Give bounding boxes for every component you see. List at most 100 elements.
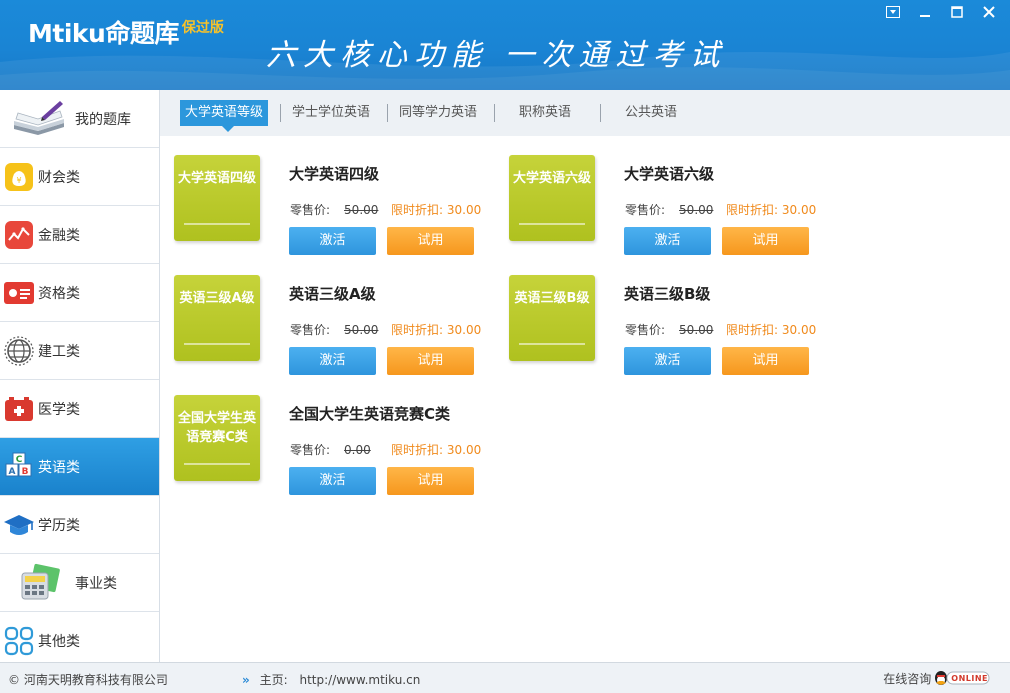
product-card-level3-a: 英语三级A级 英语三级A级 零售价: 50.00 限时折扣: 30.00 激活 试… [174, 275, 494, 385]
sidebar-item-medical[interactable]: 医学类 [0, 380, 159, 438]
retail-price-value: 0.00 [344, 443, 371, 457]
sidebar-item-label: 资格类 [38, 285, 80, 302]
product-card-english-contest-c: 全国大学生英语竞赛C类 全国大学生英语竞赛C类 零售价: 0.00 限时折扣: 3… [174, 395, 494, 505]
sidebar-item-label: 财会类 [38, 169, 80, 186]
product-card-level3-b: 英语三级B级 英语三级B级 零售价: 50.00 限时折扣: 30.00 激活 试… [509, 275, 829, 385]
app-logo: Mtiku命题库 保过版 [28, 14, 224, 50]
logo-edition: 保过版 [181, 20, 224, 36]
product-thumbnail[interactable]: 全国大学生英语竞赛C类 [174, 395, 260, 481]
product-title: 英语三级B级 [624, 285, 711, 303]
copyright-text: © 河南天明教育科技有限公司 [8, 673, 168, 687]
calculator-icon [4, 563, 74, 600]
product-title: 大学英语四级 [289, 165, 380, 183]
discount-price: 限时折扣: 30.00 [726, 203, 817, 217]
discount-price: 限时折扣: 30.00 [726, 323, 817, 337]
dropdown-menu-button[interactable] [880, 4, 906, 20]
activate-button[interactable]: 激活 [289, 467, 376, 495]
online-badge-text: ONLINE [951, 673, 988, 683]
retail-price-label: 零售价: [290, 323, 331, 337]
app-header: Mtiku命题库 保过版 六大核心功能 一次通过考试 [0, 0, 1010, 90]
product-thumbnail-label: 英语三级B级 [514, 291, 590, 306]
retail-price-value: 50.00 [679, 203, 714, 217]
retail-price-label: 零售价: [290, 443, 331, 457]
trial-button[interactable]: 试用 [387, 347, 474, 375]
sidebar-item-my-bank[interactable]: 我的题库 [0, 90, 159, 148]
activate-button[interactable]: 激活 [624, 227, 711, 255]
discount-price: 限时折扣: 30.00 [391, 203, 482, 217]
trial-button[interactable]: 试用 [722, 347, 809, 375]
product-thumbnail[interactable]: 英语三级B级 [509, 275, 595, 361]
sidebar-item-label: 我的题库 [75, 111, 131, 128]
sidebar-item-construction[interactable]: 建工类 [0, 322, 159, 380]
tab-public-english[interactable]: 公共英语 [621, 100, 681, 126]
minimize-icon [920, 15, 930, 17]
product-thumbnail[interactable]: 大学英语四级 [174, 155, 260, 241]
retail-price: 零售价: 50.00 [625, 321, 713, 338]
retail-price-value: 50.00 [679, 323, 714, 337]
activate-button[interactable]: 激活 [289, 227, 376, 255]
sidebar-item-education[interactable]: 学历类 [0, 496, 159, 554]
homepage-link[interactable]: http://www.mtiku.cn [299, 673, 420, 687]
activate-button[interactable]: 激活 [289, 347, 376, 375]
grid-icon [1, 624, 37, 658]
sidebar-item-english[interactable]: ABC 英语类 [0, 438, 159, 496]
product-thumbnail[interactable]: 英语三级A级 [174, 275, 260, 361]
trial-button[interactable]: 试用 [722, 227, 809, 255]
activate-button[interactable]: 激活 [624, 347, 711, 375]
product-title: 英语三级A级 [289, 285, 376, 303]
window-controls [880, 4, 1002, 20]
sidebar-item-qualification[interactable]: 资格类 [0, 264, 159, 322]
product-thumbnail-label: 大学英语四级 [178, 171, 257, 186]
close-button[interactable] [976, 4, 1002, 20]
retail-price-label: 零售价: [290, 203, 331, 217]
chart-icon [1, 218, 37, 252]
tab-cet[interactable]: 大学英语等级 [180, 100, 269, 132]
online-consult-button[interactable]: 在线咨询 ONLINE [883, 669, 990, 687]
header-slogan: 六大核心功能 一次通过考试 [266, 38, 727, 73]
retail-price: 零售价: 50.00 [290, 321, 378, 338]
svg-text:¥: ¥ [16, 176, 21, 185]
retail-price: 零售价: 50.00 [625, 201, 713, 218]
sidebar-item-public-institution[interactable]: 事业类 [0, 554, 159, 612]
product-card-cet4: 大学英语四级 大学英语四级 零售价: 50.00 限时折扣: 30.00 激活 试… [174, 155, 494, 265]
sidebar-item-finance[interactable]: 金融类 [0, 206, 159, 264]
svg-text:C: C [16, 455, 23, 465]
tab-bachelor-degree-english[interactable]: 学士学位英语 [288, 100, 374, 126]
discount-price: 限时折扣: 30.00 [391, 323, 482, 337]
main-content: 大学英语等级 学士学位英语 同等学力英语 职称英语 公共英语 大学英语四级 大学… [160, 90, 1010, 662]
qq-online-icon: ONLINE [933, 669, 990, 687]
category-sidebar: 我的题库 ¥ 财会类 金融类 资格类 建工类 医学类 ABC 英语类 学历类 事… [0, 90, 160, 670]
tab-equivalent-english[interactable]: 同等学力英语 [395, 100, 481, 126]
sidebar-item-accounting[interactable]: ¥ 财会类 [0, 148, 159, 206]
retail-price: 零售价: 0.00 [290, 441, 371, 458]
product-thumbnail-label: 英语三级A级 [179, 291, 255, 306]
tab-professional-title-english[interactable]: 职称英语 [515, 100, 575, 126]
retail-price-label: 零售价: [625, 203, 666, 217]
close-icon [983, 6, 995, 18]
sidebar-item-label: 学历类 [38, 517, 80, 534]
retail-price-value: 50.00 [344, 203, 379, 217]
sidebar-item-label: 英语类 [38, 459, 80, 476]
minimize-button[interactable] [912, 4, 938, 20]
sidebar-item-label: 建工类 [38, 343, 80, 360]
status-footer: © 河南天明教育科技有限公司 » 主页: http://www.mtiku.cn… [0, 662, 1010, 693]
globe-icon [1, 334, 37, 368]
product-thumbnail[interactable]: 大学英语六级 [509, 155, 595, 241]
trial-button[interactable]: 试用 [387, 467, 474, 495]
tab-divider [600, 104, 601, 122]
graduation-cap-icon [1, 508, 37, 542]
abc-blocks-icon: ABC [1, 450, 37, 484]
subcategory-tabs: 大学英语等级 学士学位英语 同等学力英语 职称英语 公共英语 [160, 90, 1010, 136]
product-title: 全国大学生英语竞赛C类 [289, 405, 451, 423]
maximize-icon [951, 6, 963, 18]
sidebar-item-label: 其他类 [38, 633, 80, 650]
product-thumbnail-label: 全国大学生英语竞赛C类 [178, 411, 257, 445]
retail-price-label: 零售价: [625, 323, 666, 337]
product-thumbnail-label: 大学英语六级 [513, 171, 592, 186]
book-pen-icon [4, 100, 74, 136]
homepage-info: » 主页: http://www.mtiku.cn [242, 671, 420, 688]
maximize-button[interactable] [944, 4, 970, 20]
product-title: 大学英语六级 [624, 165, 715, 183]
trial-button[interactable]: 试用 [387, 227, 474, 255]
double-chevron-icon: » [242, 673, 250, 687]
